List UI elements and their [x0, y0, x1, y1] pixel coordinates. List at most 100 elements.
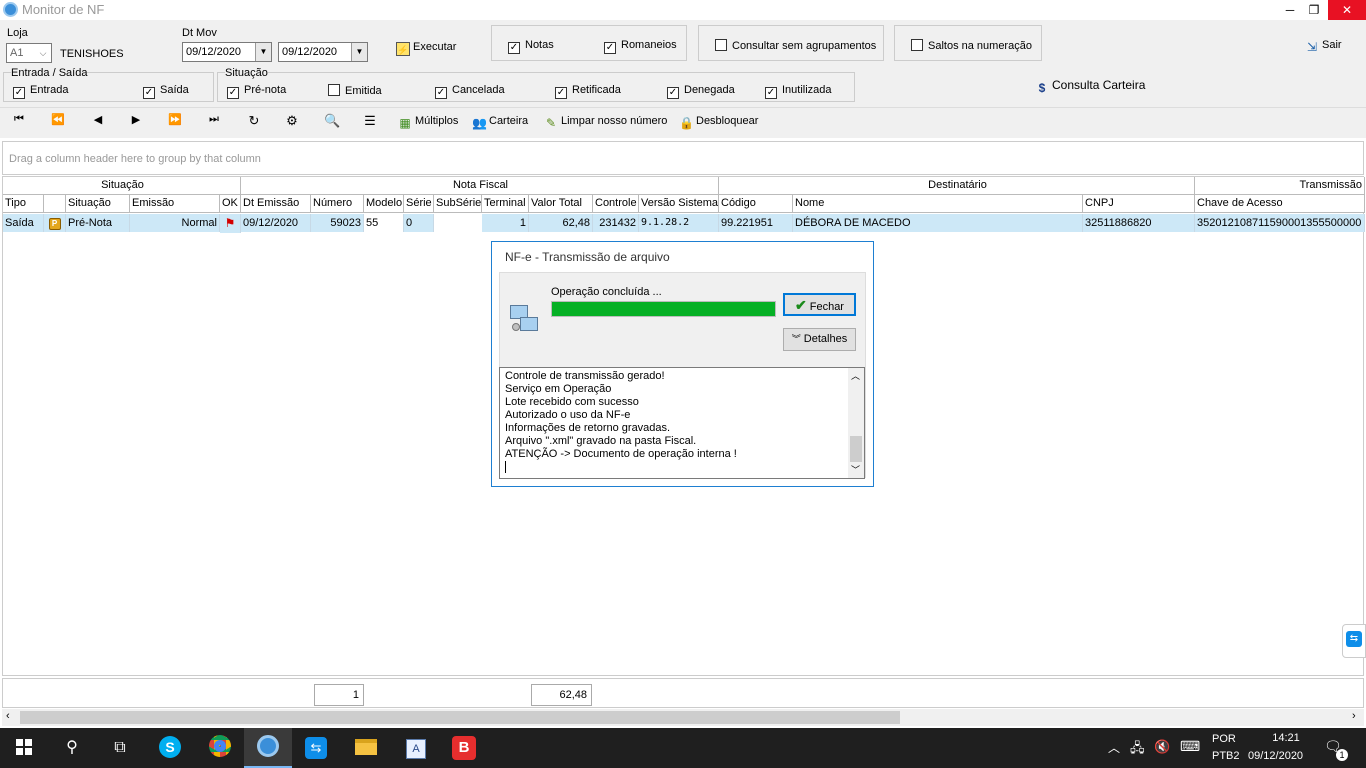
skype-icon[interactable]: S [146, 728, 194, 768]
first-record-icon[interactable]: ⏮ [11, 113, 27, 126]
b-app-icon[interactable]: B [440, 728, 488, 768]
band-nota-fiscal[interactable]: Nota Fiscal [241, 177, 719, 195]
col-icon[interactable] [44, 195, 66, 213]
table-row[interactable]: Saída P Pré-Nota Normal ⚑ 09/12/2020 590… [3, 214, 1365, 233]
refresh-icon[interactable]: ↻ [246, 113, 262, 129]
col-chave[interactable]: Chave de Acesso [1195, 195, 1365, 213]
calendar-dropdown-icon[interactable]: ▼ [255, 43, 271, 61]
search-icon[interactable]: ⚲ [48, 728, 96, 768]
col-emissao[interactable]: Emissão [130, 195, 220, 213]
emitida-checkbox[interactable]: Emitida [328, 84, 382, 97]
next-page-icon[interactable]: ⏩ [167, 113, 183, 126]
last-record-icon[interactable]: ⏭ [206, 113, 222, 126]
cancelada-checkbox[interactable]: ✓ Cancelada [435, 84, 505, 99]
saida-checkbox[interactable]: ✓ Saída [143, 84, 189, 99]
clock-time[interactable]: 14:21 [1264, 732, 1308, 744]
group-by-area[interactable]: Drag a column header here to group by th… [2, 141, 1364, 175]
band-destinatario[interactable]: Destinatário [719, 177, 1195, 195]
log-scrollbar[interactable]: ︿ ﹀ [848, 368, 864, 478]
scroll-down-icon[interactable]: ﹀ [851, 464, 860, 477]
date-from-field[interactable]: 09/12/2020 ▼ [182, 42, 272, 62]
entrada-checkbox[interactable]: ✓ Entrada [13, 84, 69, 99]
scroll-thumb[interactable] [20, 711, 900, 724]
col-terminal[interactable]: Terminal [482, 195, 529, 213]
language-secondary[interactable]: PTB2 [1212, 750, 1240, 762]
col-numero[interactable]: Número [311, 195, 364, 213]
pre-nota-checkbox[interactable]: ✓ Pré-nota [227, 84, 286, 99]
saltos-checkbox[interactable]: Saltos na numeração [911, 39, 1032, 52]
col-subserie[interactable]: SubSérie [434, 195, 482, 213]
calendar-dropdown-icon[interactable]: ▼ [351, 43, 367, 61]
teamviewer-taskbar-icon[interactable]: ⇆ [292, 728, 340, 768]
consulta-carteira-button[interactable]: $ Consulta Carteira [1035, 78, 1146, 95]
col-versao[interactable]: Versão Sistema [639, 195, 719, 213]
check-icon: ✓ [227, 87, 239, 99]
carteira-button[interactable]: 👥 Carteira [472, 115, 528, 130]
chevron-up-icon[interactable]: ︿ [1108, 739, 1120, 756]
log-line: Informações de retorno gravadas. [505, 422, 671, 434]
consultar-sem-agrupamentos-checkbox[interactable]: Consultar sem agrupamentos [715, 39, 876, 52]
close-button[interactable]: ✕ [1328, 0, 1366, 20]
scroll-left-icon[interactable]: ‹ [6, 710, 10, 722]
multiplos-button[interactable]: ▦ Múltiplos [398, 115, 458, 130]
next-record-icon[interactable]: ▶ [128, 113, 144, 126]
sair-button[interactable]: ⇲ Sair [1305, 39, 1342, 54]
scroll-up-icon[interactable]: ︿ [851, 370, 860, 383]
prev-record-icon[interactable]: ◀ [90, 113, 106, 126]
col-modelo[interactable]: Modelo [364, 195, 404, 213]
inutilizada-checkbox[interactable]: ✓ Inutilizada [765, 84, 832, 99]
log-scroll-thumb[interactable] [850, 436, 862, 462]
executar-button[interactable]: ⚡ Executar [396, 41, 456, 56]
title-bar: Monitor de NF ─ ❐ ✕ [0, 0, 1366, 20]
windows-start-icon[interactable] [0, 728, 48, 768]
keyboard-icon[interactable]: ⌨ [1180, 738, 1200, 755]
scroll-right-icon[interactable]: › [1352, 710, 1356, 722]
task-view-icon[interactable]: ⧉ [96, 728, 144, 768]
chrome-icon[interactable] [196, 728, 244, 768]
limpar-button[interactable]: ✎ Limpar nosso número [544, 115, 667, 130]
col-controle[interactable]: Controle [593, 195, 639, 213]
language-primary[interactable]: POR [1212, 733, 1236, 745]
desbloquear-button[interactable]: 🔒 Desbloquear [679, 115, 758, 130]
log-textarea[interactable]: Controle de transmissão gerado! Serviço … [499, 367, 865, 479]
fechar-button[interactable]: ✔ Fechar [783, 293, 856, 316]
col-valor-total[interactable]: Valor Total [529, 195, 593, 213]
col-ok[interactable]: OK [220, 195, 241, 213]
inutilizada-label: Inutilizada [782, 84, 832, 96]
cell-modelo[interactable]: 55 [364, 214, 404, 232]
notas-checkbox[interactable]: ✓ Notas [508, 39, 554, 54]
col-cnpj[interactable]: CNPJ [1083, 195, 1195, 213]
denegada-checkbox[interactable]: ✓ Denegada [667, 84, 735, 99]
network-icon[interactable]: 🖧 [1130, 739, 1145, 761]
retificada-checkbox[interactable]: ✓ Retificada [555, 84, 621, 99]
teamviewer-side-widget[interactable]: ⇆ [1342, 624, 1366, 658]
col-codigo[interactable]: Código [719, 195, 793, 213]
detalhes-button[interactable]: ︾ Detalhes [783, 328, 856, 351]
col-dt-emissao[interactable]: Dt Emissão [241, 195, 311, 213]
horizontal-scrollbar[interactable]: ‹ › [2, 709, 1364, 726]
image-viewer-icon[interactable]: A [392, 728, 440, 768]
romaneios-checkbox[interactable]: ✓ Romaneios [604, 39, 677, 54]
restore-button[interactable]: ❐ [1300, 0, 1328, 20]
date-to-field[interactable]: 09/12/2020 ▼ [278, 42, 368, 62]
band-situacao[interactable]: Situação [3, 177, 241, 195]
volume-muted-icon[interactable]: 🔇 [1154, 739, 1170, 755]
print-preview-icon[interactable]: 🔍 [324, 113, 340, 129]
file-explorer-icon[interactable] [342, 728, 390, 768]
col-tipo[interactable]: Tipo [3, 195, 44, 213]
prev-page-icon[interactable]: ⏪ [50, 113, 66, 126]
loja-name: TENISHOES [60, 48, 124, 60]
list-icon[interactable]: ☰ [362, 113, 378, 129]
monitor-nf-app-icon[interactable] [244, 728, 292, 768]
settings-icon[interactable]: ⚙ [284, 113, 300, 129]
loja-select[interactable]: A1 ⌵ [6, 43, 52, 63]
col-situacao[interactable]: Situação [66, 195, 130, 213]
clock-date[interactable]: 09/12/2020 [1248, 750, 1303, 762]
log-line: Lote recebido com sucesso [505, 396, 639, 408]
log-line: Autorizado o uso da NF-e [505, 409, 631, 421]
band-transmissao[interactable]: Transmissão [1195, 177, 1365, 195]
col-nome[interactable]: Nome [793, 195, 1083, 213]
transmission-dialog: NF-e - Transmissão de arquivo Operação c… [491, 241, 874, 487]
col-serie[interactable]: Série [404, 195, 434, 213]
log-line: ATENÇÃO -> Documento de operação interna… [505, 448, 737, 460]
